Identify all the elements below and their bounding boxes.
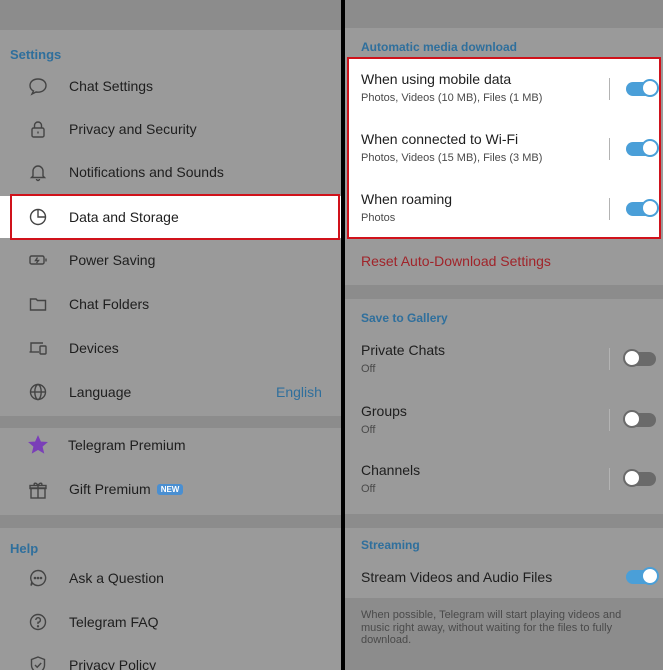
streaming-note: When possible, Telegram will start playi… [361,609,622,646]
section-separator [345,285,663,299]
menu-item-label: Gift Premium [69,481,151,497]
screenshot-composite: Settings Chat Settings Privacy and Secur… [0,0,663,670]
setting-title: Channels [361,462,421,478]
battery-icon [28,250,48,270]
divider [609,409,610,431]
shield-check-icon [28,655,48,670]
help-header: Help [10,541,39,556]
setting-title: Groups [361,403,407,419]
star-icon [28,435,48,455]
top-separator [0,0,341,30]
menu-item-telegram-premium[interactable]: Telegram Premium [0,432,341,458]
toggle-knob [623,349,641,367]
folder-icon [28,294,48,314]
highlight-box [10,194,340,240]
divider [609,348,610,370]
menu-item-privacy-policy[interactable]: Privacy Policy [0,652,341,670]
new-badge: NEW [156,484,184,496]
setting-subtitle: Off [361,483,376,495]
data-storage-panel: Automatic media download When using mobi… [345,0,663,670]
menu-item-privacy-and-security[interactable]: Privacy and Security [0,116,341,142]
streaming-toggle[interactable] [626,567,659,585]
section-separator [0,416,341,428]
toggle-knob [623,410,641,428]
streaming-header: Streaming [361,538,420,552]
private-chats-toggle[interactable] [623,349,656,367]
menu-item-chat-settings[interactable]: Chat Settings [0,73,341,99]
question-icon [28,612,48,632]
menu-item-label: Devices [69,340,119,356]
menu-item-label: Ask a Question [69,570,164,586]
gift-premium-label-group: Gift Premium NEW [69,481,184,499]
setting-subtitle: Off [361,424,376,436]
gift-icon [28,480,48,500]
globe-icon [28,382,48,402]
menu-item-devices[interactable]: Devices [0,335,341,361]
ellipsis-bubble-icon [28,568,48,588]
settings-panel: Settings Chat Settings Privacy and Secur… [0,0,341,670]
language-value: English [276,384,322,400]
menu-item-label: Notifications and Sounds [69,164,224,180]
divider [609,468,610,490]
bell-icon [28,162,48,182]
menu-item-chat-folders[interactable]: Chat Folders [0,291,341,317]
menu-item-power-saving[interactable]: Power Saving [0,247,341,273]
channels-toggle[interactable] [623,469,656,487]
gallery-groups[interactable]: Groups Off [345,391,663,449]
menu-item-label: Telegram Premium [68,437,186,453]
setting-title: Private Chats [361,342,446,358]
menu-item-label: Privacy Policy [69,657,157,670]
lock-icon [28,119,48,139]
stream-videos-row[interactable]: Stream Videos and Audio Files [345,564,663,590]
menu-item-telegram-faq[interactable]: Telegram FAQ [0,609,341,635]
menu-item-gift-premium[interactable]: Gift Premium NEW [0,477,341,503]
setting-title: Stream Videos and Audio Files [361,569,553,585]
menu-item-notifications-and-sounds[interactable]: Notifications and Sounds [0,159,341,185]
gallery-private-chats[interactable]: Private Chats Off [345,330,663,388]
menu-item-label: Chat Folders [69,296,150,312]
setting-subtitle: Off [361,363,376,375]
menu-item-label: Privacy and Security [69,121,197,137]
menu-item-label: Language [69,384,132,400]
section-separator [345,514,663,528]
menu-item-language[interactable]: Language English [0,379,341,405]
groups-toggle[interactable] [623,410,656,428]
menu-item-label: Chat Settings [69,78,154,94]
menu-item-label: Power Saving [69,252,156,268]
auto-download-header: Automatic media download [361,40,518,54]
settings-header: Settings [10,47,62,62]
save-to-gallery-header: Save to Gallery [361,311,448,325]
menu-item-ask-a-question[interactable]: Ask a Question [0,565,341,591]
chat-bubble-icon [28,76,48,96]
toggle-knob [623,469,641,487]
devices-icon [28,338,48,358]
reset-label: Reset Auto-Download Settings [361,253,551,269]
gallery-channels[interactable]: Channels Off [345,450,663,508]
toggle-knob [641,567,659,585]
highlight-box [347,57,661,239]
reset-auto-download-button[interactable]: Reset Auto-Download Settings [345,248,663,274]
menu-item-label: Telegram FAQ [69,614,159,630]
top-separator [345,0,663,28]
section-separator [0,515,341,528]
